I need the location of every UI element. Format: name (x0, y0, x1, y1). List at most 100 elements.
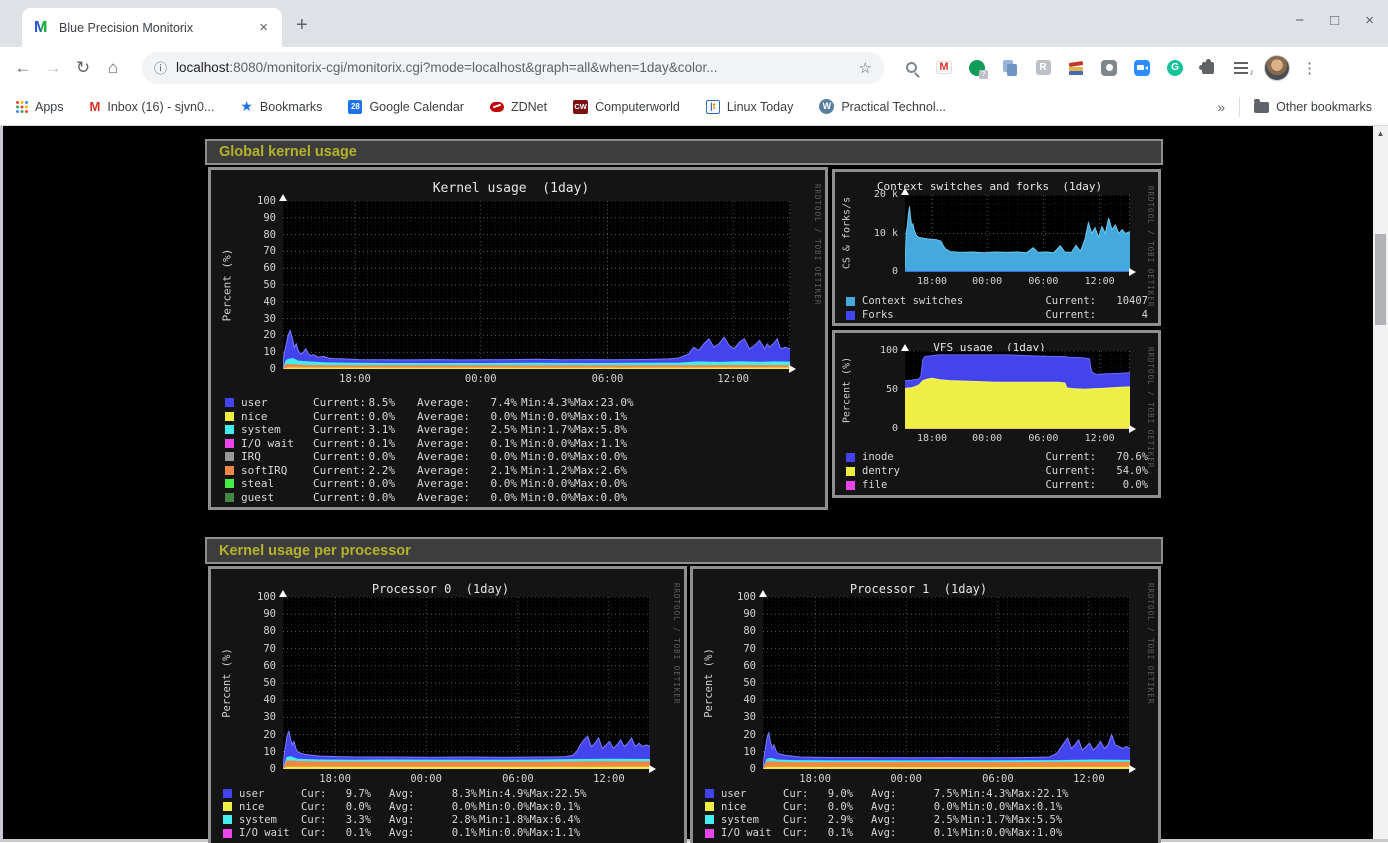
legend-stat: Max:1.1% (574, 437, 627, 450)
legend-row: I/O waitCur:0.1%Avg:0.1%Min:0.0%Max:1.0% (705, 827, 1150, 840)
legend-stat: Current:0.1% (313, 437, 417, 450)
bookmark-computerworld[interactable]: CWComputerworld (573, 100, 680, 114)
search-icon[interactable] (902, 59, 920, 77)
legend-row: guestCurrent:0.0%Average:0.0%Min:0.0%Max… (225, 491, 817, 505)
home-button[interactable]: ⌂ (98, 53, 128, 83)
browser-tab[interactable]: M M Blue Precision Monitorix × (22, 8, 282, 47)
legend-stat: Min:0.0% (521, 491, 574, 504)
legend-stat: Average:2.5% (417, 423, 521, 436)
legend-swatch (225, 452, 234, 461)
legend-stat: Avg:7.5% (871, 788, 961, 800)
y-tick-label: 50 (211, 677, 276, 689)
hangouts-extension-icon[interactable]: ? (968, 59, 986, 77)
legend-stat: Cur:2.9% (783, 814, 871, 826)
y-tick-label: 70 (211, 245, 276, 257)
chart-legend: userCur:9.7%Avg:8.3%Min:4.9%Max:22.5%nic… (223, 787, 676, 840)
y-tick-label: 50 (835, 384, 898, 395)
bookmark-apps[interactable]: Apps (16, 100, 64, 114)
rrdtool-watermark: RRDTOOL / TOBI OETIKER (1146, 186, 1155, 307)
processor-0-chart-panel[interactable]: Processor 0 (1day) Percent (%) RRDTOOL /… (208, 566, 687, 843)
legend-stat: Avg:0.1% (389, 827, 479, 839)
r-extension-icon[interactable]: R (1034, 59, 1052, 77)
close-window-button[interactable]: × (1365, 12, 1374, 29)
bookmark-star-icon[interactable]: ☆ (859, 59, 872, 77)
playlist-extension-icon[interactable] (1232, 59, 1250, 77)
legend-swatch (846, 311, 855, 320)
library-extension-icon[interactable] (1067, 59, 1085, 77)
x-tick-label: 00:00 (884, 773, 928, 785)
legend-row: systemCurrent:3.1%Average:2.5%Min:1.7%Ma… (225, 423, 817, 437)
legend-row: stealCurrent:0.0%Average:0.0%Min:0.0%Max… (225, 477, 817, 491)
scrollbar-up-icon[interactable]: ▲ (1373, 126, 1388, 141)
page-content: Global kernel usage Kernel usage (1day) … (0, 126, 1388, 842)
legend-stat: Max:6.4% (530, 814, 581, 826)
legend-stat: Max:0.0% (574, 450, 627, 463)
bookmark-zdnet[interactable]: ZDNet (490, 100, 547, 114)
legend-row: fileCurrent:0.0% (846, 478, 1148, 492)
legend-row: dentryCurrent:54.0% (846, 464, 1148, 478)
copy-pages-extension-icon[interactable] (1001, 59, 1019, 77)
minimize-button[interactable]: − (1295, 12, 1304, 29)
bookmark-bookmarks[interactable]: ★Bookmarks (240, 98, 322, 115)
legend-stat: Average:0.0% (417, 491, 521, 504)
extensions-puzzle-icon[interactable] (1199, 59, 1217, 77)
chart-legend: Context switchesCurrent:10407ForksCurren… (846, 294, 1148, 322)
legend-series-name: IRQ (241, 450, 313, 463)
y-tick-label: 100 (211, 195, 276, 207)
x-axis-arrow (789, 365, 796, 373)
y-tick-label: 90 (693, 608, 756, 620)
bookmark-linux-today[interactable]: |tLinux Today (706, 100, 794, 114)
grammarly-extension-icon[interactable]: G (1166, 59, 1184, 77)
page-scrollbar[interactable]: ▲ (1373, 126, 1388, 839)
camera-extension-icon[interactable] (1100, 59, 1118, 77)
gmail-extension-icon[interactable]: M (935, 59, 953, 77)
reload-button[interactable]: ↻ (68, 53, 98, 83)
y-tick-label: 0 (211, 363, 276, 375)
legend-row: softIRQCurrent:2.2%Average:2.1%Min:1.2%M… (225, 464, 817, 478)
y-tick-label: 50 (693, 677, 756, 689)
forward-button[interactable]: → (38, 53, 68, 83)
legend-stat: Current:0.0% (1045, 479, 1148, 491)
legend-swatch (705, 789, 714, 798)
x-tick-label: 18:00 (333, 373, 377, 385)
bookmark-inbox[interactable]: MInbox (16) - sjvn0... (90, 99, 215, 114)
bookmarks-bar: Apps MInbox (16) - sjvn0... ★Bookmarks 2… (0, 88, 1388, 126)
new-tab-button[interactable]: + (296, 14, 308, 37)
legend-stat: Min:4.9% (479, 788, 530, 800)
browser-menu-icon[interactable]: ⋮ (1302, 59, 1317, 77)
back-button[interactable]: ← (8, 53, 38, 83)
other-bookmarks-button[interactable]: Other bookmarks (1254, 100, 1372, 114)
context-switches-chart-panel[interactable]: Context switches and forks (1day) CS & f… (832, 169, 1161, 326)
legend-row: niceCurrent:0.0%Average:0.0%Min:0.0%Max:… (225, 410, 817, 424)
site-info-icon[interactable]: ⓘ (154, 58, 167, 77)
legend-row: userCurrent:8.5%Average:7.4%Min:4.3%Max:… (225, 396, 817, 410)
close-tab-icon[interactable]: × (255, 19, 272, 36)
legend-series-name: I/O wait (721, 827, 783, 839)
y-tick-label: 30 (693, 711, 756, 723)
y-axis-arrow (901, 344, 909, 351)
legend-series-name: system (239, 814, 301, 826)
legend-stat: Current:0.0% (313, 477, 417, 490)
address-bar[interactable]: ⓘ localhost:8080/monitorix-cgi/monitorix… (142, 52, 884, 84)
legend-stat: Average:2.1% (417, 464, 521, 477)
y-axis-arrow (759, 590, 767, 597)
x-tick-label: 06:00 (1021, 276, 1065, 287)
profile-avatar[interactable] (1264, 55, 1290, 81)
y-tick-label: 20 (211, 329, 276, 341)
kernel-usage-chart-panel[interactable]: Kernel usage (1day) Percent (%) RRDTOOL … (208, 167, 828, 510)
bookmark-google-calendar[interactable]: 28Google Calendar (348, 100, 464, 114)
scrollbar-thumb[interactable] (1375, 234, 1386, 325)
legend-row: ForksCurrent:4 (846, 308, 1148, 322)
x-tick-label: 12:00 (1078, 276, 1122, 287)
legend-stat: Current:4 (1045, 309, 1148, 321)
bookmarks-overflow-icon[interactable]: » (1217, 99, 1225, 115)
legend-stat: Current:2.2% (313, 464, 417, 477)
legend-stat: Max:22.1% (1012, 788, 1069, 800)
processor-1-chart-panel[interactable]: Processor 1 (1day) Percent (%) RRDTOOL /… (690, 566, 1161, 843)
vfs-usage-chart-panel[interactable]: VFS usage (1day) Percent (%) RRDTOOL / T… (832, 330, 1161, 498)
bookmark-practical-technology[interactable]: WPractical Technol... (819, 99, 946, 114)
y-axis-arrow (901, 188, 909, 195)
zoom-extension-icon[interactable] (1133, 59, 1151, 77)
legend-stat: Current:70.6% (1045, 451, 1148, 463)
maximize-button[interactable]: □ (1330, 12, 1339, 29)
